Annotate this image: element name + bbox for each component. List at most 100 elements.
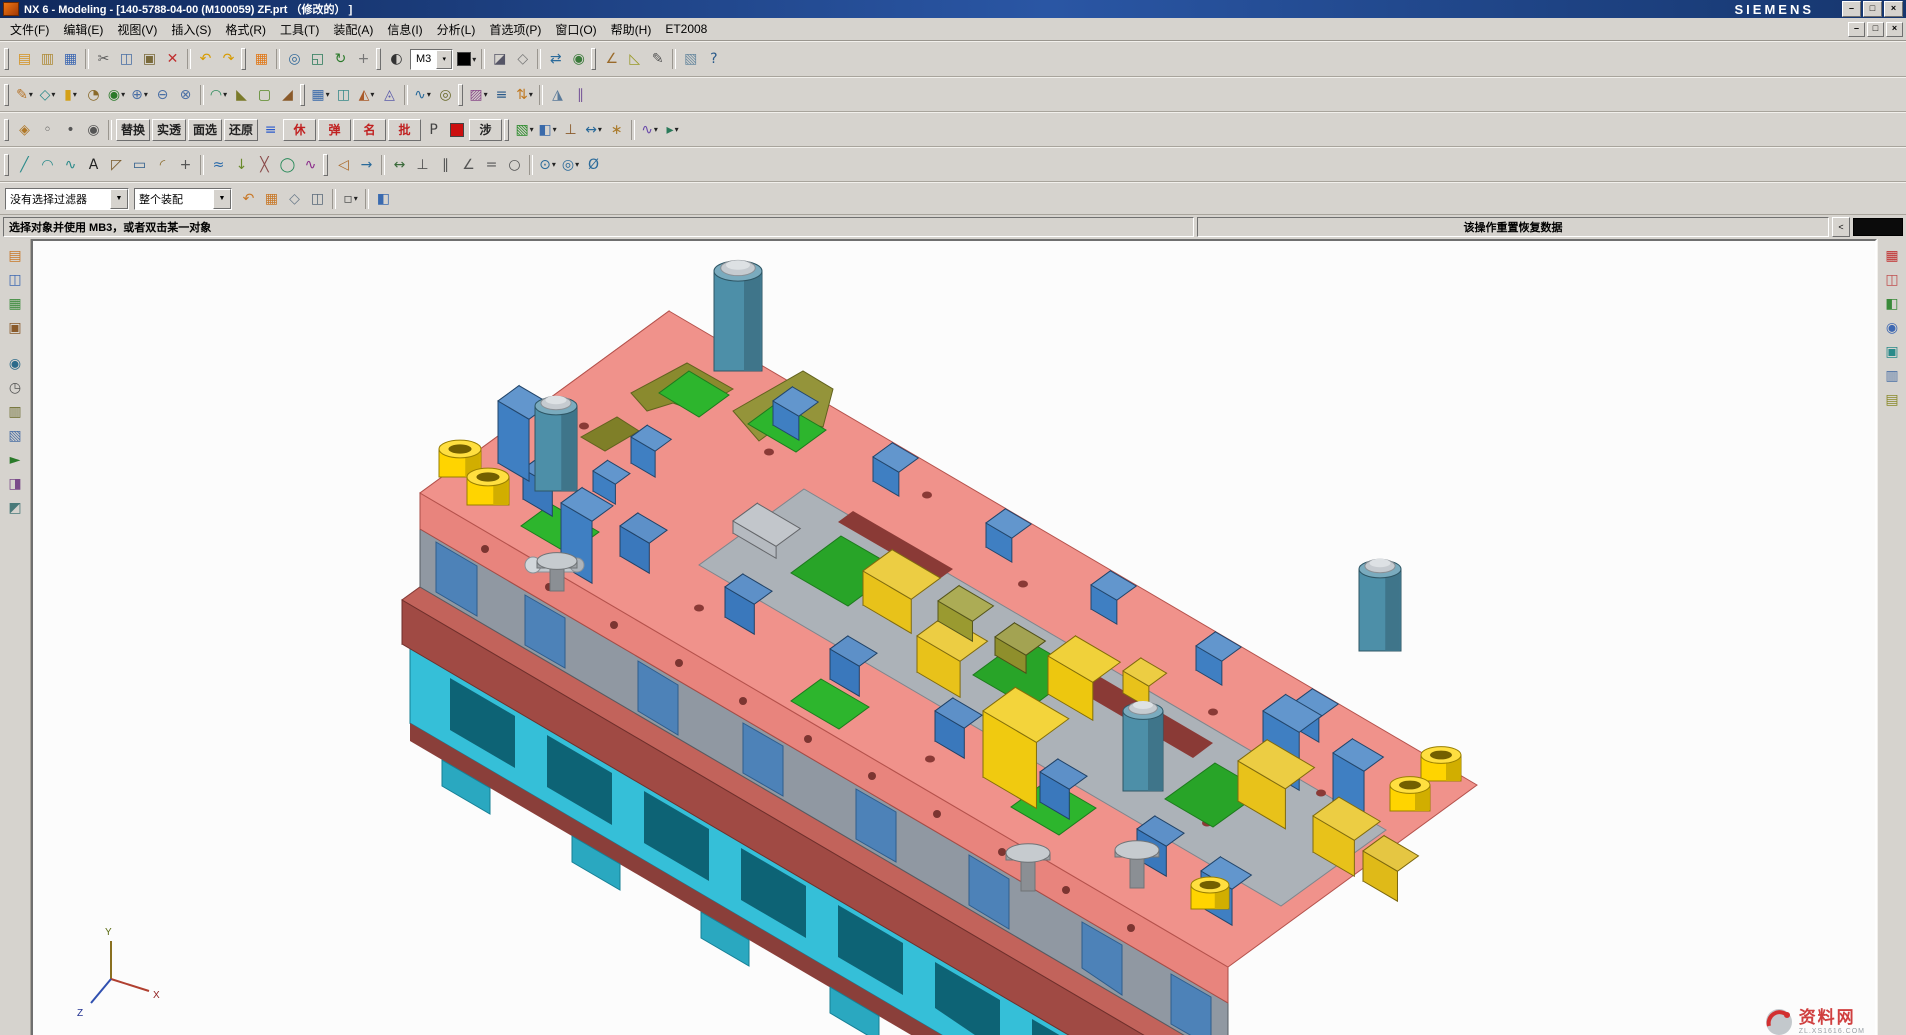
dropdown-arrow-icon[interactable]: ▾ (29, 90, 33, 99)
rest-button[interactable]: 休 (283, 119, 316, 141)
dropdown-arrow-icon[interactable]: ▾ (598, 125, 602, 134)
paste-icon[interactable]: ▣ (138, 48, 161, 70)
project-curve-icon[interactable]: ↓ (230, 154, 253, 176)
measure-icon[interactable]: ∠ (600, 48, 623, 70)
help-panel-icon[interactable]: ▥ (1881, 365, 1903, 387)
menu-item[interactable]: 信息(I) (380, 19, 429, 40)
hd3d-tools-icon[interactable]: ◉ (4, 353, 26, 375)
wcs-icon[interactable]: ◧ (372, 188, 395, 210)
menu-item[interactable]: 工具(T) (273, 19, 326, 40)
menu-item[interactable]: 插入(S) (164, 19, 218, 40)
end-point-icon[interactable]: ◦ (36, 119, 59, 141)
pattern-icon[interactable]: ▦▾ (309, 84, 332, 106)
ellipse-icon[interactable]: ◯ (276, 154, 299, 176)
trim-body-icon[interactable]: ◭▾ (355, 84, 378, 106)
toolbar-grip[interactable] (376, 48, 381, 70)
parallel-icon[interactable]: ∥ (434, 154, 457, 176)
diameter-icon[interactable]: Ø (582, 154, 605, 176)
play-animation-icon[interactable]: ► (4, 449, 26, 471)
dropdown-arrow-icon[interactable]: ▾ (529, 90, 533, 99)
spring-button[interactable]: 弹 (318, 119, 351, 141)
selection-scope-combo[interactable]: 整个装配 ▼ (134, 188, 232, 210)
wave-link-icon[interactable]: ∿▾ (638, 119, 661, 141)
selection-filter-arrow-icon[interactable]: ▼ (110, 189, 128, 209)
selection-rectangle-icon[interactable]: ▫▾ (339, 188, 362, 210)
menu-item[interactable]: 窗口(O) (548, 19, 603, 40)
center-point-icon[interactable]: ◉ (82, 119, 105, 141)
curve-bars-icon[interactable]: ≡ (259, 119, 282, 141)
process-studio-icon[interactable]: ▧ (4, 425, 26, 447)
helix-icon[interactable]: ∿ (299, 154, 322, 176)
move-component-icon[interactable]: ↔▾ (582, 119, 605, 141)
fillet-icon[interactable]: ◜ (151, 154, 174, 176)
circle-center-icon[interactable]: ⊙▾ (536, 154, 559, 176)
menu-item[interactable]: 首选项(P) (482, 19, 548, 40)
notes-icon[interactable]: ▤ (1881, 389, 1903, 411)
maximize-button[interactable]: □ (1863, 1, 1882, 17)
dropdown-arrow-icon[interactable]: ▾ (121, 90, 125, 99)
assembly-constraint-icon[interactable]: ⊥ (559, 119, 582, 141)
tangent-icon[interactable]: ○ (503, 154, 526, 176)
spline-icon[interactable]: ∿ (59, 154, 82, 176)
concentric-icon[interactable]: ◎▾ (559, 154, 582, 176)
dropdown-arrow-icon[interactable]: ▾ (675, 125, 679, 134)
pan-icon[interactable]: + (352, 48, 375, 70)
roles-icon[interactable]: ▦ (1881, 245, 1903, 267)
subtract-icon[interactable]: ⊖ (151, 84, 174, 106)
p-tool-icon[interactable]: P (422, 119, 445, 141)
show-hide-icon[interactable]: ◉ (567, 48, 590, 70)
undo-icon[interactable]: ↶ (194, 48, 217, 70)
perpendicular-icon[interactable]: ⊥ (411, 154, 434, 176)
menu-item[interactable]: 编辑(E) (56, 19, 110, 40)
extrude-icon[interactable]: ▮▾ (59, 84, 82, 106)
select-all-icon[interactable]: ▦ (260, 188, 283, 210)
toolbar-grip[interactable] (504, 119, 509, 141)
dropdown-arrow-icon[interactable]: ▾ (530, 125, 534, 134)
system-windows-icon[interactable]: ◫ (1881, 269, 1903, 291)
prev-filter-icon[interactable]: ↶ (237, 188, 260, 210)
dropdown-arrow-icon[interactable]: ▾ (575, 160, 579, 169)
red-swatch-button[interactable] (445, 119, 468, 141)
templates-icon[interactable]: ▥ (4, 401, 26, 423)
snap-grid-icon[interactable]: ▦ (250, 48, 273, 70)
toolbar-grip[interactable] (300, 84, 305, 106)
name-button[interactable]: 名 (353, 119, 386, 141)
unite-icon[interactable]: ⊕▾ (128, 84, 151, 106)
shell-icon[interactable]: ▢ (253, 84, 276, 106)
mid-point-icon[interactable]: • (59, 119, 82, 141)
mirror-icon[interactable]: ◫ (332, 84, 355, 106)
face-select-button[interactable]: 面选 (188, 119, 222, 141)
palette-icon[interactable]: ▣ (1881, 341, 1903, 363)
profile-icon[interactable]: ◸ (105, 154, 128, 176)
solid-translucent-button[interactable]: 实透 (152, 119, 186, 141)
extend-icon[interactable]: → (355, 154, 378, 176)
sketch-icon[interactable]: ✎▾ (13, 84, 36, 106)
point-icon[interactable]: + (174, 154, 197, 176)
restore-button[interactable]: 还原 (224, 119, 258, 141)
scene-settings-icon[interactable]: ◩ (4, 497, 26, 519)
orient-view-icon[interactable]: ◪ (488, 48, 511, 70)
redo-icon[interactable]: ↷ (217, 48, 240, 70)
new-file-icon[interactable]: ▤ (13, 48, 36, 70)
toolbar-grip[interactable] (4, 154, 9, 176)
angle-icon[interactable]: ∠ (457, 154, 480, 176)
dropdown-arrow-icon[interactable]: ▾ (370, 90, 374, 99)
batch-button[interactable]: 批 (388, 119, 421, 141)
draft-icon[interactable]: ◢ (276, 84, 299, 106)
menu-item[interactable]: 分析(L) (430, 19, 483, 40)
selection-scope-arrow-icon[interactable]: ▼ (213, 189, 231, 209)
chamfer-icon[interactable]: ◣ (230, 84, 253, 106)
ruler-icon[interactable]: ◺ (623, 48, 646, 70)
toolbar-grip[interactable] (458, 84, 463, 106)
constraint-navigator-icon[interactable]: ◫ (4, 269, 26, 291)
highlight-icon[interactable]: ◇ (283, 188, 306, 210)
datum-plane-icon[interactable]: ◇▾ (36, 84, 59, 106)
web-browser-icon[interactable]: ◉ (1881, 317, 1903, 339)
touch-panel-icon[interactable]: ◧ (1881, 293, 1903, 315)
background-color-button[interactable]: ▾ (455, 48, 478, 70)
menu-item[interactable]: 装配(A) (326, 19, 380, 40)
menu-item[interactable]: 视图(V) (110, 19, 164, 40)
shaded-view-icon[interactable]: ◐ (385, 48, 408, 70)
offset-curve-icon[interactable]: ≈ (207, 154, 230, 176)
wireframe-icon[interactable]: ◇ (511, 48, 534, 70)
